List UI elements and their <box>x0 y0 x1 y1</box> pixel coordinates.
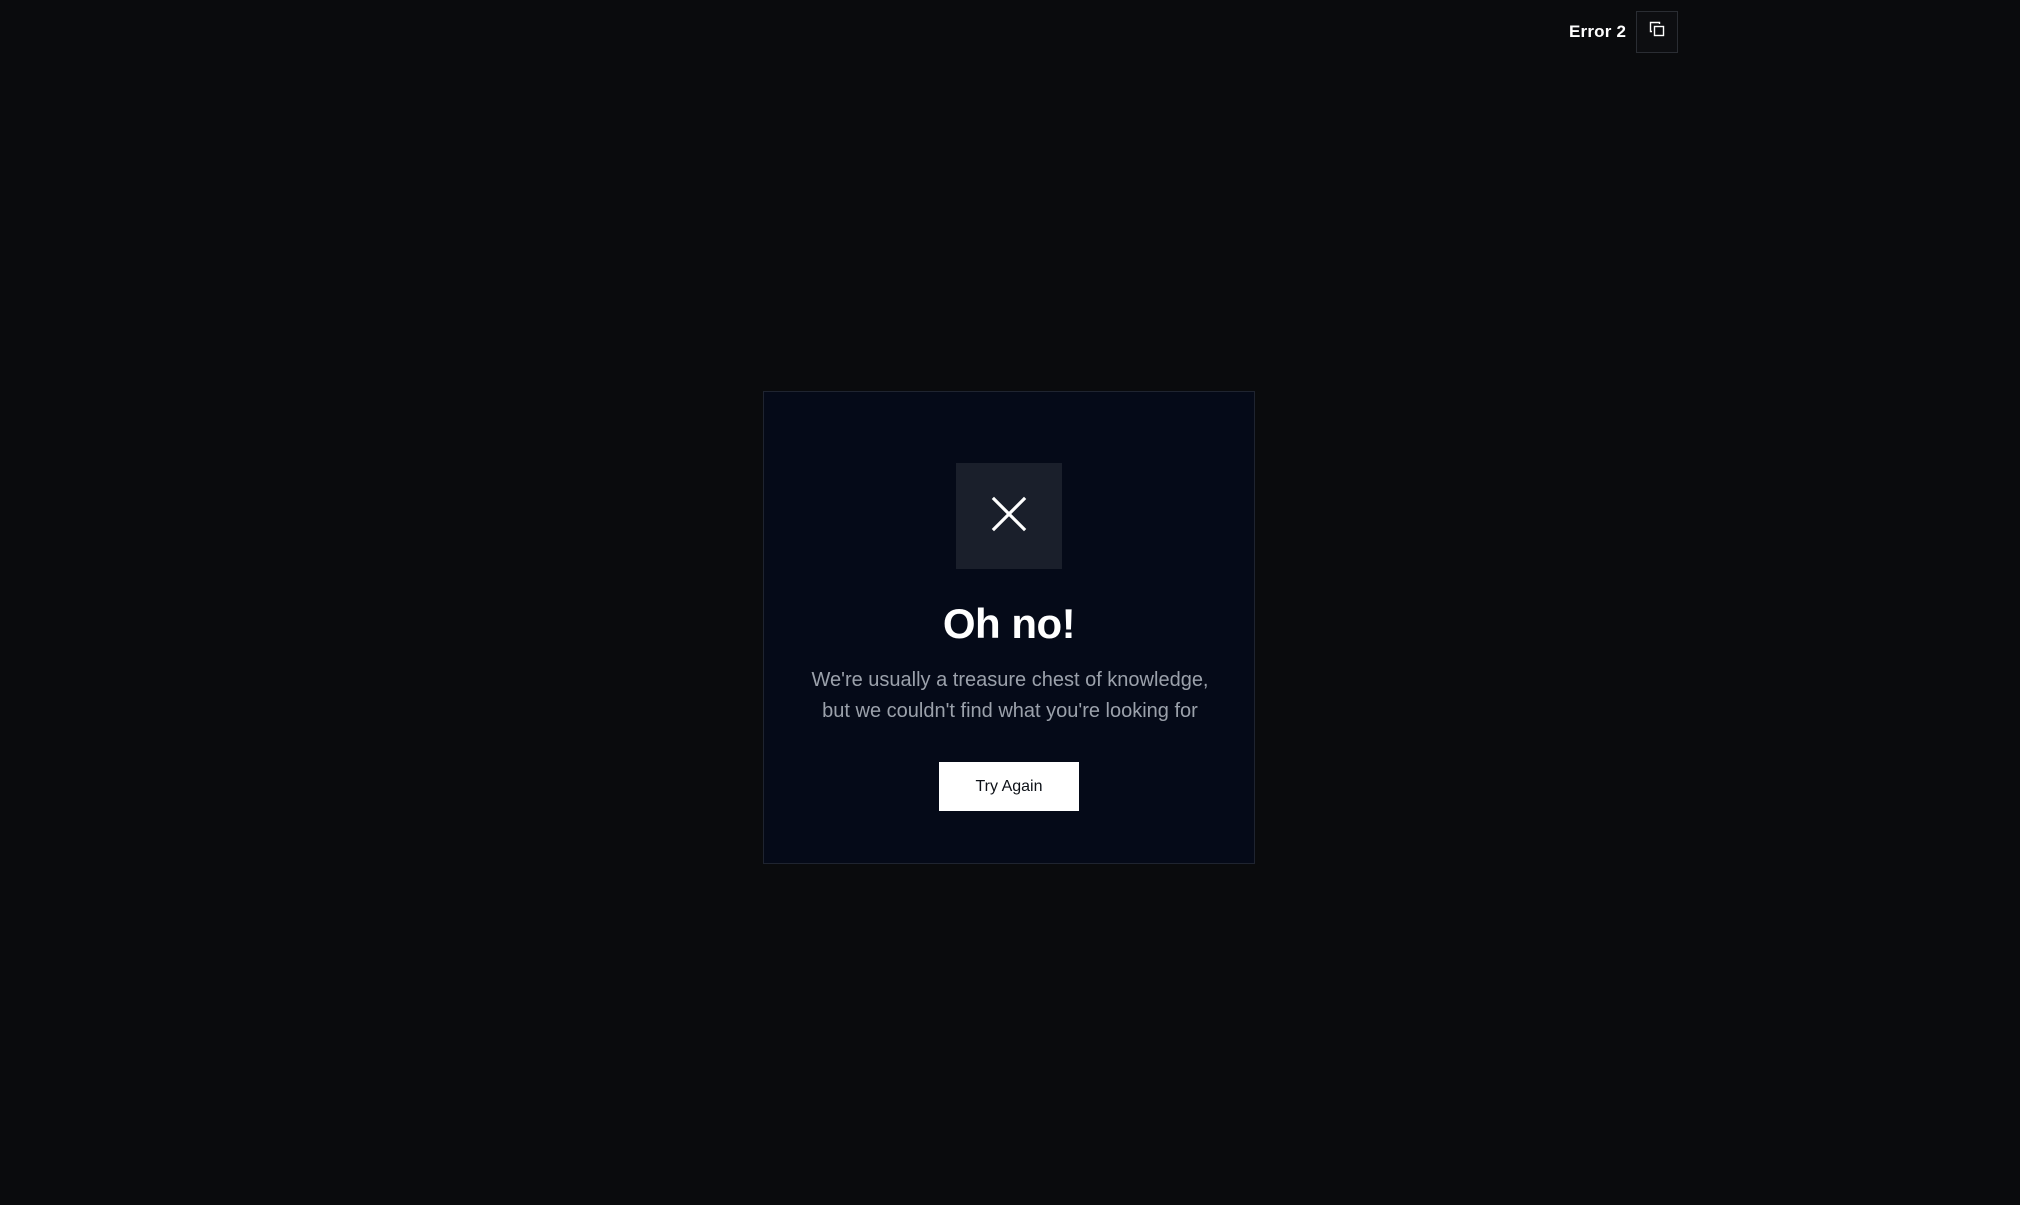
error-message: We're usually a treasure chest of knowle… <box>784 665 1236 727</box>
copy-icon <box>1649 21 1665 42</box>
error-page: Error 2 Oh no! We're usually a treasure … <box>0 0 2020 1205</box>
error-icon-box <box>956 463 1062 569</box>
close-icon <box>991 496 1027 537</box>
error-title: Oh no! <box>942 600 1076 647</box>
error-code-label: Error 2 <box>1569 21 1627 41</box>
error-message-line-1: We're usually a treasure chest of knowle… <box>811 669 1209 691</box>
try-again-button[interactable]: Try Again <box>939 762 1079 811</box>
error-card: Oh no! We're usually a treasure chest of… <box>763 391 1255 864</box>
error-code-area: Error 2 <box>1569 10 1679 53</box>
error-message-line-2: but we couldn't find what you're looking… <box>822 700 1198 722</box>
copy-button[interactable] <box>1636 10 1679 53</box>
